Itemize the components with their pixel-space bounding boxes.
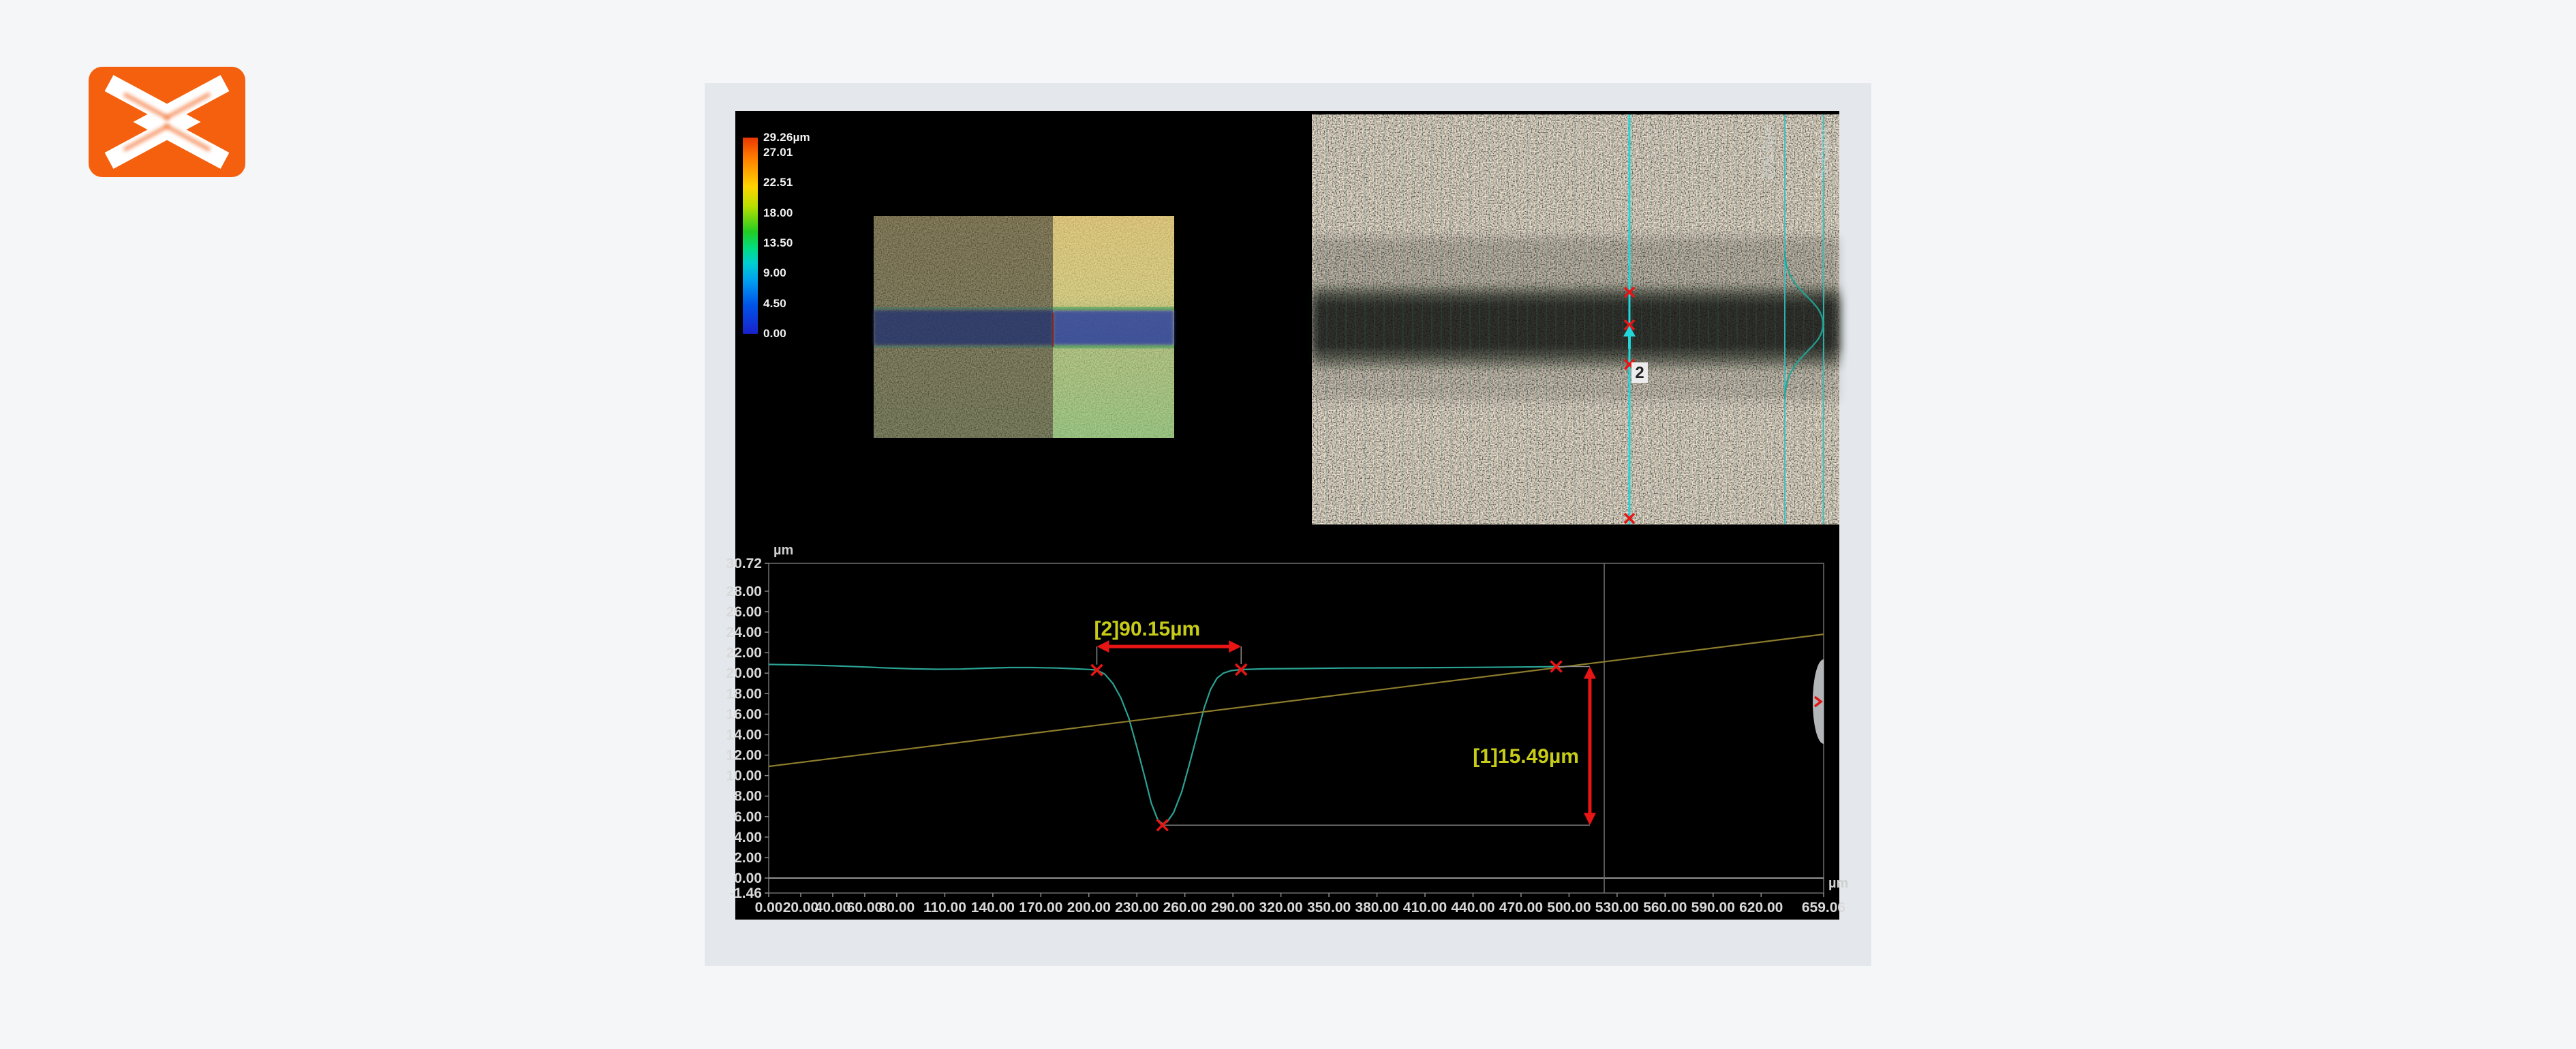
x-tick-label: 80.00 [879,900,915,915]
colorbar-tick-label: 27.01 [763,146,793,159]
y-axis-unit-label: µm [773,543,793,558]
colorbar-tick-label: 4.50 [763,297,786,311]
colorbar-tick-label: 0.00 [763,327,786,341]
colorbar-tick-label: 22.51 [763,176,793,189]
axis-ticks: 0.0020.0040.0060.0080.00110.00140.00170.… [726,556,1845,915]
x-tick-label: 410.00 [1403,900,1447,915]
width-measure-label: [2]90.15µm [1094,618,1201,640]
y-tick-label: 22.00 [726,645,762,661]
x-tick-label: 170.00 [1019,900,1062,915]
y-tick-label: 18.00 [726,686,762,702]
dark-wear-band [1312,237,1839,401]
x-tick-label: 560.00 [1643,900,1687,915]
y-tick-label: 8.00 [734,789,762,804]
width-measure-arrow [1097,640,1242,653]
groove-blue-band [874,309,1174,347]
x-tick-label: 620.00 [1739,900,1783,915]
height-measure-arrow [1584,666,1596,825]
microscope-texture-image[interactable]: 209.5µm 5.45µm 2 [1312,114,1839,524]
y-tick-label: 14.00 [726,727,762,742]
profile-chart[interactable]: [2]90.15µm[1]15.49µm0.0020.0040.0060.008… [735,538,1839,920]
y-tick-label: 26.00 [726,604,762,620]
series-surface-profile [769,664,1557,824]
x-axis-unit-label: µm [1828,876,1848,891]
y-tick-label: 20.00 [726,666,762,681]
colorbar-tick-label: 29.26µm [763,131,810,144]
colorbar-tick-label: 13.50 [763,236,793,250]
colorbar-tick-label: 9.00 [763,266,786,280]
x-tick-label: 590.00 [1691,900,1735,915]
x-tick-label: 530.00 [1595,900,1639,915]
y-tick-label: 2.00 [734,850,762,866]
height-colorbar [743,138,758,334]
y-tick-label: 6.00 [734,809,762,825]
rotated-measure-label: 5.45µm [1815,129,1831,177]
x-tick-label: 440.00 [1451,900,1494,915]
y-tick-label: 16.00 [726,706,762,722]
height-measure-label: [1]15.49µm [1473,745,1579,768]
x-tick-label: 380.00 [1355,900,1398,915]
colorbar-tick-label: 18.00 [763,206,793,220]
y-tick-label: -1.46 [729,886,762,901]
y-tick-label: 12.00 [726,748,762,764]
x-tick-label: 200.00 [1067,900,1111,915]
y-tick-label: 24.00 [726,625,762,640]
measure-number-label: 2 [1635,364,1644,382]
x-tick-label: 320.00 [1259,900,1302,915]
plot-border [769,563,1824,893]
rotated-measure-label: 209.5µm [1760,124,1776,180]
x-tick-label: 60.00 [847,900,883,915]
x-tick-label: 110.00 [923,900,966,915]
x-tick-label: 140.00 [971,900,1015,915]
series-reference-slope [769,634,1824,766]
x-tick-label: 230.00 [1115,900,1159,915]
x-tick-label: 470.00 [1499,900,1543,915]
y-tick-label: 0.00 [734,871,762,886]
y-tick-label: 30.72 [726,556,762,572]
x-tick-label: 350.00 [1307,900,1351,915]
y-tick-label: 4.00 [734,830,762,845]
measurement-software-panel: 29.26µm 27.01 22.51 18.00 13.50 9.00 4.50 0.00 [705,83,1871,966]
height-map-image[interactable] [874,216,1174,438]
x-tick-label: 20.00 [783,900,819,915]
x-tick-label: 260.00 [1163,900,1207,915]
x-tick-label: 290.00 [1211,900,1255,915]
brand-logo[interactable] [89,67,245,177]
x-tick-label: 500.00 [1547,900,1591,915]
x-tick-label: 0.00 [755,900,783,915]
x-tick-label: 659.06 [1802,900,1845,915]
viewer-black-area: 29.26µm 27.01 22.51 18.00 13.50 9.00 4.50 0.00 [735,111,1839,920]
y-tick-label: 10.00 [726,768,762,784]
y-tick-label: 28.00 [726,584,762,599]
x-tick-label: 40.00 [815,900,851,915]
